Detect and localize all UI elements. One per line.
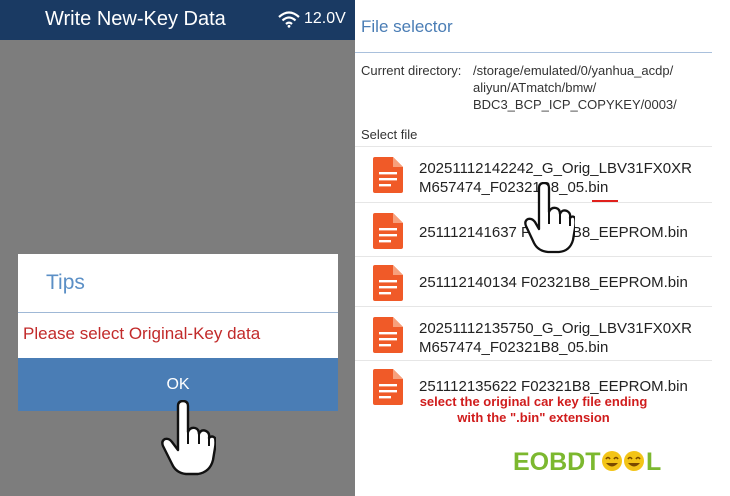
write-new-key-screen: Write New-Key Data 12.0V Tips Please sel… bbox=[0, 0, 355, 496]
wifi-icon bbox=[278, 11, 300, 28]
file-item[interactable]: 251112140134 F02321B8_EEPROM.bin bbox=[355, 256, 712, 312]
annotation-line: select the original car key file ending bbox=[419, 394, 648, 409]
file-name-line: M657474_F02321B8_05.bin bbox=[419, 339, 609, 356]
current-directory-label: Current directory: bbox=[361, 63, 462, 78]
file-name: 20251112135750_G_Orig_LBV31FX0XR M657474… bbox=[419, 319, 692, 357]
title-divider bbox=[355, 52, 712, 53]
path-line: aliyun/ATmatch/bmw/ bbox=[473, 80, 597, 95]
pointing-hand-icon bbox=[161, 400, 216, 476]
dialog-divider bbox=[18, 312, 338, 313]
file-selector-title: File selector bbox=[361, 17, 453, 36]
select-file-label: Select file bbox=[361, 127, 418, 142]
title-bar: Write New-Key Data 12.0V bbox=[0, 0, 355, 40]
annotation-line: with the ".bin" extension bbox=[457, 410, 610, 425]
file-item[interactable]: 20251112135750_G_Orig_LBV31FX0XR M657474… bbox=[355, 306, 712, 362]
file-icon bbox=[373, 157, 403, 193]
eobdtool-logo: EOBDT L bbox=[513, 448, 661, 476]
instruction-annotation: select the original car key file ending … bbox=[355, 394, 712, 426]
file-selector-screen: File selector Current directory: /storag… bbox=[355, 0, 730, 496]
file-name: 251112140134 F02321B8_EEPROM.bin bbox=[419, 273, 688, 292]
current-directory-path: /storage/emulated/0/yanhua_acdp/ aliyun/… bbox=[473, 62, 713, 113]
file-name-line: 251112140134 F02321B8_EEPROM.bin bbox=[419, 274, 688, 291]
file-icon bbox=[373, 213, 403, 249]
screen-title: Write New-Key Data bbox=[45, 8, 226, 30]
file-name-line: 20251112142242_G_Orig_LBV31FX0XR bbox=[419, 160, 692, 177]
path-line: BDC3_BCP_ICP_COPYKEY/0003/ bbox=[473, 97, 677, 112]
dialog-title: Tips bbox=[46, 271, 85, 294]
file-icon bbox=[373, 265, 403, 301]
tips-dialog: Tips Please select Original-Key data OK bbox=[18, 254, 338, 411]
file-name-line: 20251112135750_G_Orig_LBV31FX0XR bbox=[419, 320, 692, 337]
red-underline bbox=[592, 200, 618, 202]
svg-text:EOBDT: EOBDT bbox=[513, 448, 601, 476]
svg-text:L: L bbox=[646, 448, 661, 476]
dialog-message: Please select Original-Key data bbox=[23, 324, 261, 343]
path-line: /storage/emulated/0/yanhua_acdp/ bbox=[473, 63, 674, 78]
file-icon bbox=[373, 317, 403, 353]
voltage-readout: 12.0V bbox=[304, 10, 346, 27]
pointing-hand-icon bbox=[524, 182, 575, 254]
